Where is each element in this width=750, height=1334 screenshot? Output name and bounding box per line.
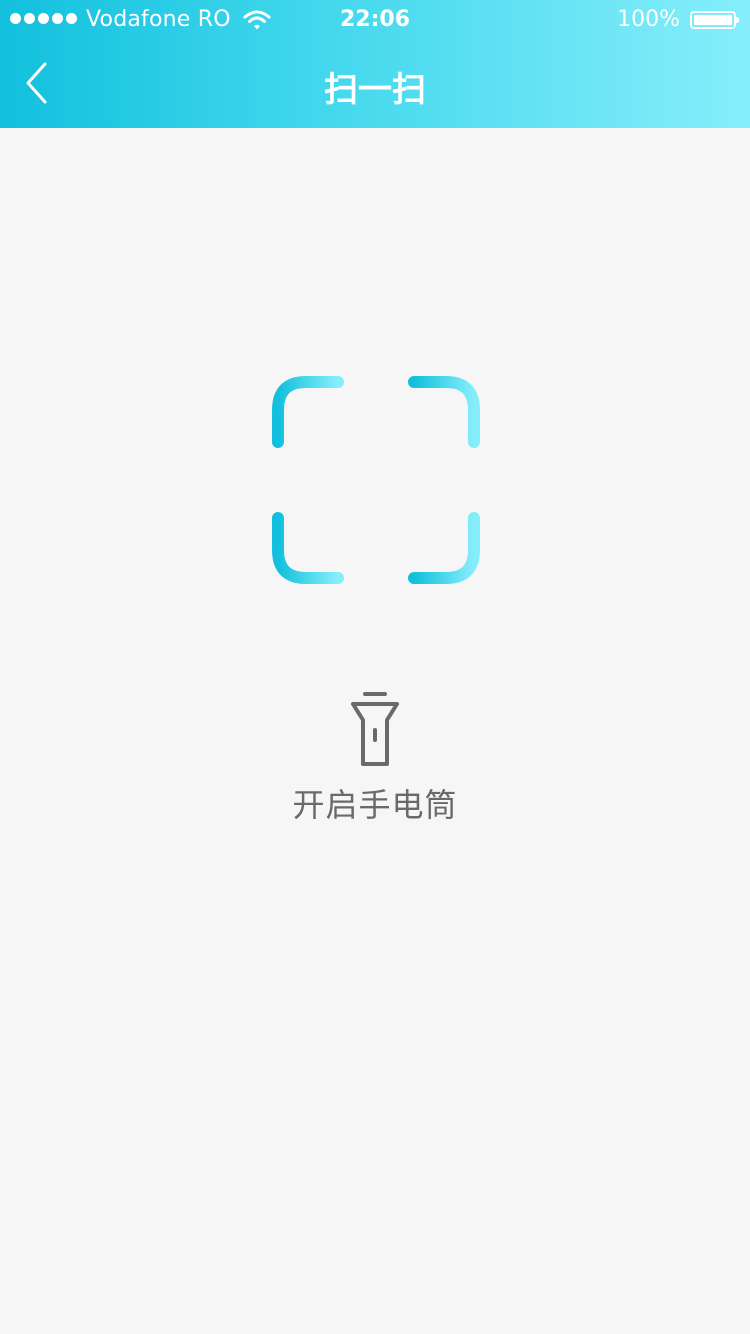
navigation-bar: 扫一扫 xyxy=(0,40,750,128)
status-bar: Vodafone RO 22:06 100% xyxy=(0,0,750,40)
header: Vodafone RO 22:06 100% 扫一扫 xyxy=(0,0,750,128)
flashlight-icon xyxy=(351,692,399,766)
flashlight-toggle[interactable]: 开启手电筒 xyxy=(270,688,480,828)
page-title: 扫一扫 xyxy=(324,70,426,110)
scan-frame[interactable] xyxy=(268,372,482,588)
battery-percentage: 100% xyxy=(617,7,680,32)
battery-icon xyxy=(690,11,739,29)
battery-tip xyxy=(736,17,739,23)
flashlight-label: 开启手电筒 xyxy=(292,786,458,824)
scan-frame-icon xyxy=(272,376,480,584)
battery-fill xyxy=(694,15,732,25)
